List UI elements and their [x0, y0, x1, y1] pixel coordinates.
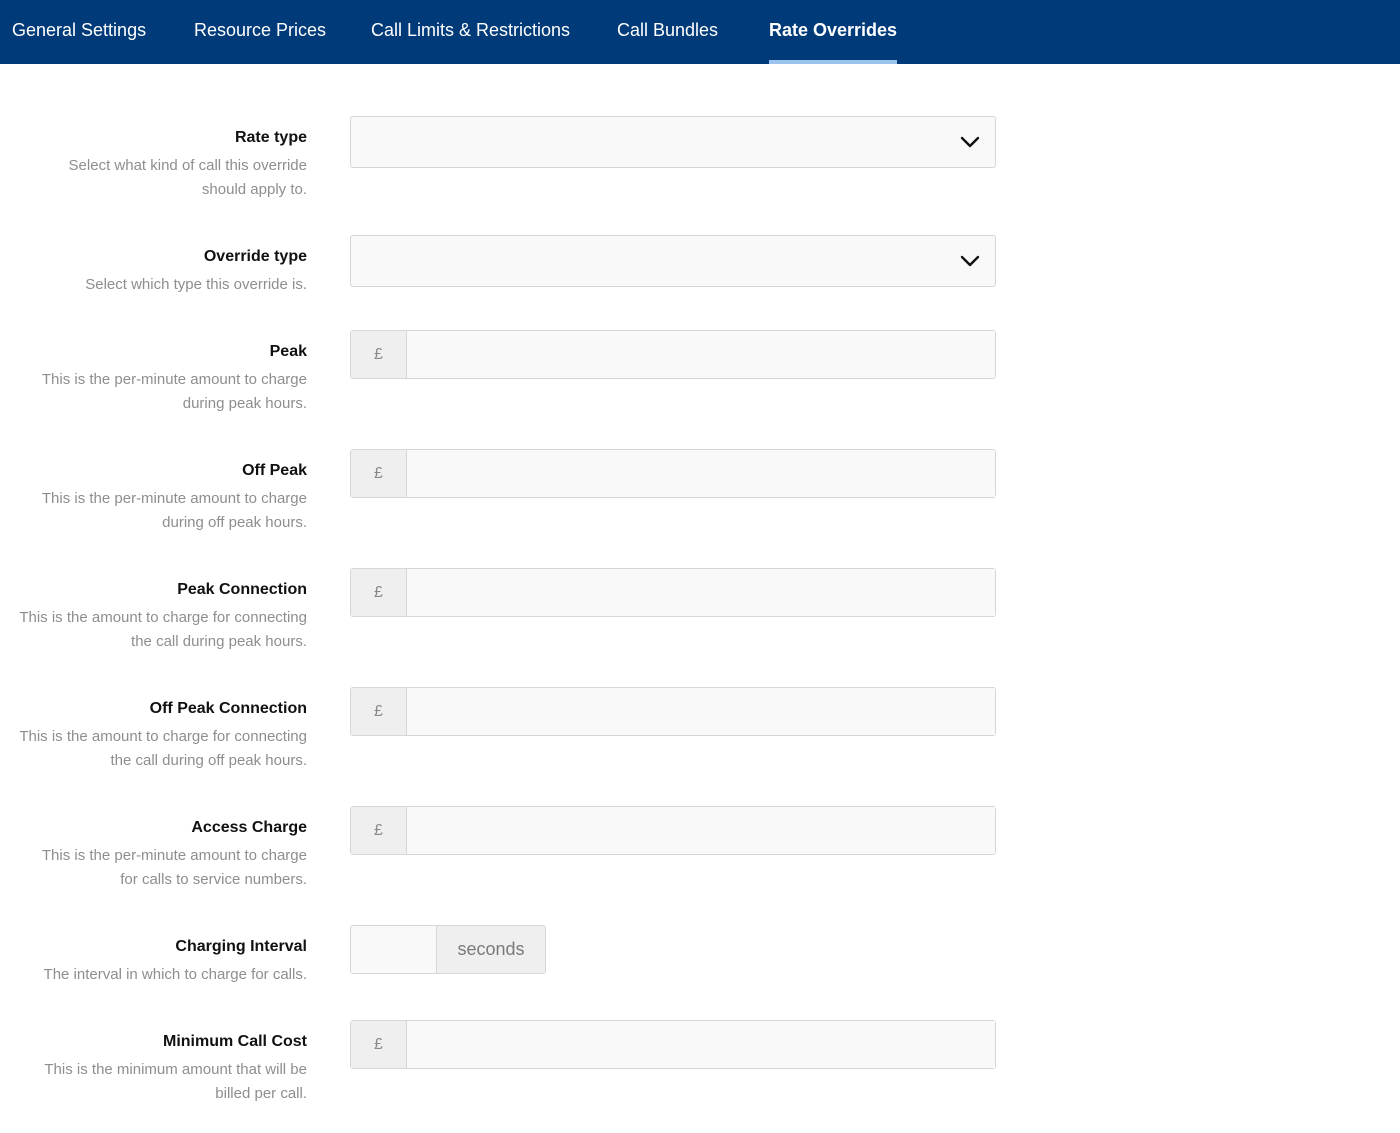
minimum-call-cost-help: This is the minimum amount that will be … [44, 1061, 307, 1102]
charging-interval-input-group: seconds [350, 925, 546, 974]
charging-interval-label: Charging Interval [175, 938, 307, 955]
tab-call-bundles[interactable]: Call Bundles [617, 0, 718, 64]
rate-type-help: Select what kind of call this override s… [68, 157, 307, 198]
access-charge-label: Access Charge [191, 819, 307, 836]
override-type-select[interactable] [350, 235, 996, 287]
minimum-call-cost-input-group: £ [350, 1020, 996, 1069]
peak-help: This is the per-minute amount to charge … [41, 371, 307, 412]
currency-prefix: £ [351, 331, 407, 378]
tab-resource-prices[interactable]: Resource Prices [194, 0, 326, 64]
off-peak-input[interactable] [407, 450, 995, 497]
peak-label: Peak [269, 343, 307, 360]
off-peak-help: This is the per-minute amount to charge … [41, 490, 307, 531]
minimum-call-cost-label: Minimum Call Cost [162, 1033, 307, 1050]
seconds-suffix: seconds [437, 926, 545, 973]
override-type-label: Override type [203, 248, 307, 265]
off-peak-connection-input[interactable] [407, 688, 995, 735]
peak-connection-help: This is the amount to charge for connect… [19, 609, 307, 650]
rate-type-select[interactable] [350, 116, 996, 168]
peak-connection-input-group: £ [350, 568, 996, 617]
off-peak-input-group: £ [350, 449, 996, 498]
override-type-help: Select which type this override is. [85, 276, 307, 293]
minimum-call-cost-input[interactable] [407, 1021, 995, 1068]
chevron-down-icon [960, 136, 980, 148]
chevron-down-icon [960, 255, 980, 267]
peak-connection-input[interactable] [407, 569, 995, 616]
rate-type-label: Rate type [234, 129, 307, 146]
currency-prefix: £ [351, 450, 407, 497]
settings-tab-bar: General Settings Resource Prices Call Li… [0, 0, 1400, 64]
charging-interval-input[interactable] [351, 926, 437, 973]
off-peak-connection-label: Off Peak Connection [149, 700, 307, 717]
off-peak-connection-help: This is the amount to charge for connect… [19, 728, 307, 769]
access-charge-input-group: £ [350, 806, 996, 855]
tab-call-limits-restrictions[interactable]: Call Limits & Restrictions [371, 0, 570, 64]
currency-prefix: £ [351, 1021, 407, 1068]
tab-general-settings[interactable]: General Settings [12, 0, 146, 64]
off-peak-label: Off Peak [242, 462, 307, 479]
peak-connection-label: Peak Connection [177, 581, 307, 598]
peak-input[interactable] [407, 331, 995, 378]
tab-rate-overrides[interactable]: Rate Overrides [769, 0, 898, 64]
currency-prefix: £ [351, 688, 407, 735]
charging-interval-help: The interval in which to charge for call… [43, 966, 307, 983]
currency-prefix: £ [351, 807, 407, 854]
off-peak-connection-input-group: £ [350, 687, 996, 736]
peak-input-group: £ [350, 330, 996, 379]
currency-prefix: £ [351, 569, 407, 616]
access-charge-input[interactable] [407, 807, 995, 854]
access-charge-help: This is the per-minute amount to charge … [41, 847, 307, 888]
